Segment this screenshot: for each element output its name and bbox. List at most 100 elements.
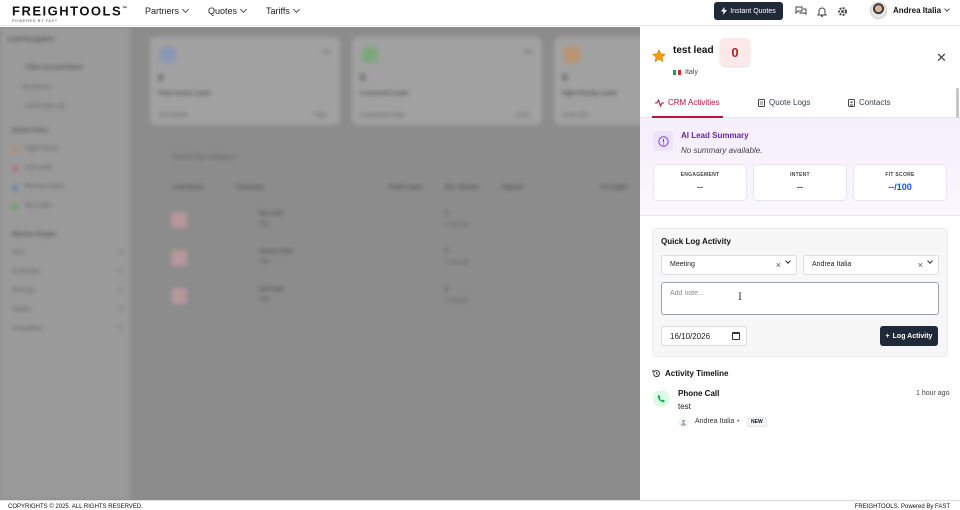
clear-icon[interactable]: × [918,260,923,270]
stat-foot: Conversion Rate [360,113,405,119]
lead-navigation-sidebar: Lead Navigation Filter by Lead Name All … [0,27,130,500]
metric-value: -- [797,182,803,192]
instant-quotes-button[interactable]: Instant Quotes [714,2,783,20]
panel-scrollbar[interactable] [956,88,959,118]
divider [140,197,640,198]
lead-score-badge [171,250,187,266]
stat-pct: 0% [524,50,533,56]
lead-title: test lead [673,45,714,56]
tab-crm-activities[interactable]: CRM Activities [655,98,720,107]
stat-card: 0 High Priority Leads Score 80+ [554,37,640,125]
activity-timeline-title: Activity Timeline [652,369,728,378]
italy-flag-icon [673,70,682,75]
divider [140,175,640,176]
fit-score-metric: FIT SCORE --/100 [853,164,947,201]
timeline-item-title: Phone Call [678,389,720,398]
activity-type-select[interactable]: Meeting × [661,255,797,275]
row-volume-sub: 0 annual [445,298,469,304]
copyright-text: COPYRIGHTS © 2025. ALL RIGHTS RESERVED. [8,504,143,510]
view-dot [12,166,18,172]
metric-label: FIT SCORE [885,172,915,178]
table-row: newest lead [259,249,294,255]
stat-foot: This Month [158,113,188,119]
timeline-item-note: test [678,402,691,411]
stage-count: 0 [119,326,123,332]
user-select[interactable]: Andrea Italia × [803,255,939,275]
stat-label: High Priority Leads [562,91,618,97]
timeline-item-user: Andrea Italia [695,418,735,425]
ai-summary-text: No summary available. [681,146,763,155]
lightning-icon [721,7,728,15]
nav-partners[interactable]: Partners [145,5,190,16]
stage-count: 0 [119,250,123,256]
star-icon[interactable] [652,49,666,63]
row-volume: 0 [445,211,449,217]
chevron-down-icon [785,258,791,264]
stat-pct: 0% [322,50,331,56]
nav-tariffs[interactable]: Tariffs [266,5,300,16]
chat-icon[interactable] [795,5,807,17]
search-input: Search by company... [172,154,240,161]
stat-foot-right: Filter [314,113,328,119]
stat-icon [160,47,176,63]
date-input[interactable]: 16/10/2026 [661,326,747,346]
avatar[interactable] [870,2,887,19]
calendar-icon[interactable] [732,332,740,340]
column-header: Trade Lanes [388,185,424,191]
tab-label: CRM Activities [668,98,720,107]
brand-tagline: POWERED BY FAST [12,18,58,24]
bell-icon[interactable] [816,5,828,17]
pipeline-title: Pipeline Stages [12,232,57,238]
close-icon[interactable]: ✕ [936,51,947,64]
info-icon [653,131,673,151]
user-select-value: Andrea Italia [812,261,852,268]
view-dot [12,185,18,191]
table-row: test lead [259,287,284,293]
gear-icon[interactable] [836,5,848,17]
nav-quotes[interactable]: Quotes [208,5,248,16]
saved-views-title: Saved Views [12,128,49,134]
phone-icon [653,390,670,407]
tab-quote-logs[interactable]: Quote Logs [758,98,810,107]
instant-quotes-label: Instant Quotes [730,7,776,15]
column-header: Signals [502,185,524,191]
freightools-logo[interactable]: FREIGHTOOLS™ POWERED BY FAST [12,3,132,23]
note-textarea[interactable]: Add note... [661,282,939,315]
stage-count: 0 [119,269,123,275]
row-volume: 0 [445,249,449,255]
text-cursor-icon: I [738,292,742,303]
plus-icon: + [885,332,890,340]
row-volume-sub: 0 annual [445,260,469,266]
metric-value: -- [697,182,703,192]
log-activity-label: Log Activity [892,332,933,340]
clear-icon[interactable]: × [776,260,781,270]
row-country: Italy [259,297,271,303]
view-item: My Leads [25,203,52,209]
stage-item: Working [12,288,34,294]
tab-contacts[interactable]: Contacts [848,98,891,107]
view-item: High Priority [25,146,58,152]
lead-score-badge [171,212,187,228]
stat-label: Total Active Leads [158,91,211,97]
country-label: Italy [685,69,698,76]
intent-metric: INTENT -- [753,164,847,201]
user-menu[interactable]: Andrea Italia [893,6,950,15]
activity-type-value: Meeting [670,261,695,268]
stat-foot: Score 80+ [562,113,590,119]
user-icon [678,417,689,428]
separator-dot: • [737,418,740,425]
nav-quotes-label: Quotes [208,6,238,16]
view-item: Recent Activity [25,184,65,190]
stat-value: 0 [562,73,568,84]
stat-value: 0 [360,73,366,84]
footer-brand-text: FREIGHTOOLS. Powered By FAST [854,504,950,510]
quick-log-title: Quick Log Activity [661,237,731,246]
chevron-down-icon [927,258,933,264]
tab-label: Quote Logs [769,98,811,107]
background-overlay[interactable]: Lead Navigation Filter by Lead Name All … [0,27,640,500]
stat-icon [564,47,580,63]
log-activity-button[interactable]: + Log Activity [880,326,938,346]
document-icon [758,98,765,107]
timeline-item-time: 1 hour ago [916,390,950,397]
stage-item: Unqualified [12,326,43,332]
